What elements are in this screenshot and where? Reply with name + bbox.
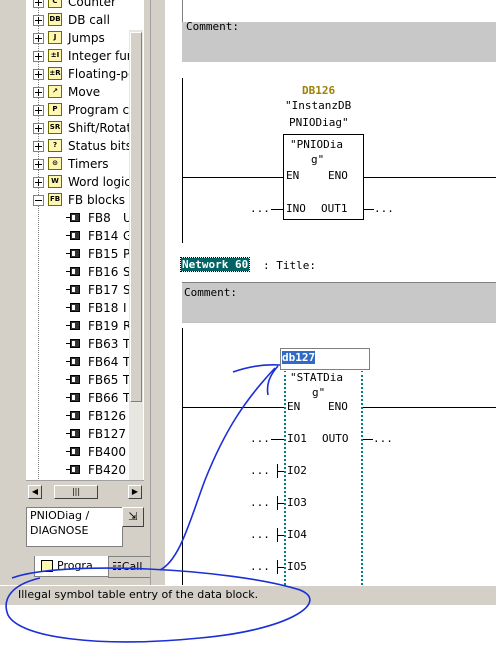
annotation-arrow-line: [159, 367, 276, 571]
annotation-overlay: [5, 363, 311, 643]
annotation-circle: [5, 567, 311, 643]
